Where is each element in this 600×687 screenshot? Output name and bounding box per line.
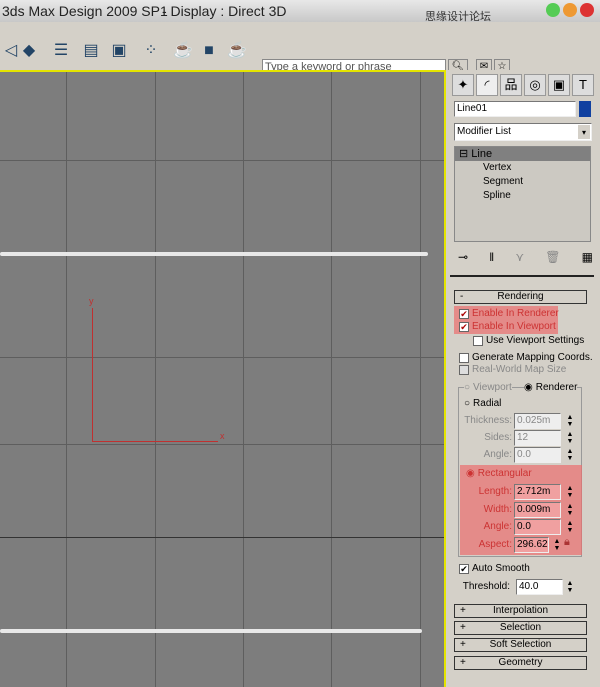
rect-angle-field[interactable]: 0.0 bbox=[514, 519, 561, 535]
app-title: 3ds Max Design 2009 SP1 bbox=[2, 3, 168, 19]
thickness-label: Thickness: bbox=[464, 415, 512, 426]
y-axis bbox=[92, 308, 93, 442]
enable-in-renderer-checkbox[interactable]: ✔ Enable In Renderer bbox=[459, 308, 559, 319]
angle-label: Angle: bbox=[483, 449, 512, 460]
utilities-tab-icon[interactable]: T bbox=[572, 74, 594, 96]
x-axis bbox=[92, 441, 218, 442]
thickness-field[interactable]: 0.025m bbox=[514, 413, 561, 429]
radial-radio[interactable]: ○ Radial bbox=[464, 398, 501, 409]
use-viewport-settings-checkbox[interactable]: Use Viewport Settings bbox=[473, 335, 584, 346]
aspect-label: Aspect: bbox=[478, 539, 512, 550]
sides-label: Sides: bbox=[484, 432, 512, 443]
real-world-map-checkbox[interactable]: Real-World Map Size bbox=[459, 364, 566, 375]
render-teapot-icon[interactable]: ☕ bbox=[226, 40, 248, 62]
sides-field[interactable]: 12 bbox=[514, 430, 561, 446]
configure-sets-icon[interactable]: ▦ bbox=[582, 250, 593, 264]
thickness-spinner[interactable]: ▲ ▼ bbox=[566, 414, 574, 428]
geometry-rollout[interactable]: + Geometry bbox=[454, 656, 587, 670]
threshold-spinner[interactable]: ▲ ▼ bbox=[566, 580, 574, 594]
object-name-field[interactable]: Line01 bbox=[454, 101, 576, 117]
show-end-result-icon[interactable]: ǁ bbox=[489, 250, 494, 264]
create-tab-icon[interactable]: ✦ bbox=[452, 74, 474, 96]
rectangular-radio[interactable]: ◉ Rectangular bbox=[466, 468, 532, 479]
make-unique-icon[interactable]: ⋎ bbox=[515, 250, 524, 264]
modifier-list-label: Modifier List bbox=[457, 126, 511, 137]
viewport[interactable]: y x bbox=[0, 70, 446, 687]
main-toolbar: ◁ ◆ ☰ ▤ ▣ ⁘ ☕ ■ ☕ Type a keyword or phra… bbox=[0, 22, 600, 75]
viewport-radio[interactable]: ○ Viewport bbox=[464, 382, 512, 393]
length-label: Length: bbox=[478, 486, 512, 497]
pin-stack-icon[interactable]: ⊸ bbox=[458, 250, 468, 264]
aspect-spinner[interactable]: ▲ ▼ bbox=[553, 538, 561, 552]
rect-angle-spinner[interactable]: ▲ ▼ bbox=[566, 520, 574, 534]
minimize-button[interactable] bbox=[546, 3, 560, 17]
motion-tab-icon[interactable]: ◎ bbox=[524, 74, 546, 96]
renderer-radio[interactable]: ◉ Renderer bbox=[524, 382, 578, 393]
stack-item-line[interactable]: ⊟ Line bbox=[455, 147, 590, 161]
width-field[interactable]: 0.009m bbox=[514, 502, 561, 518]
rendering-rollout-header[interactable]: - Rendering bbox=[454, 290, 587, 304]
stack-item-vertex[interactable]: Vertex bbox=[455, 161, 590, 175]
display-tab-icon[interactable]: ▣ bbox=[548, 74, 570, 96]
sides-spinner[interactable]: ▲ ▼ bbox=[566, 431, 574, 445]
auto-smooth-checkbox[interactable]: ✔ Auto Smooth bbox=[459, 563, 530, 574]
layer-manager-icon[interactable]: ☰ bbox=[50, 40, 72, 62]
rect-angle-label: Angle: bbox=[483, 521, 512, 532]
object-color-swatch[interactable] bbox=[579, 101, 591, 117]
stack-item-spline[interactable]: Spline bbox=[455, 189, 590, 203]
selection-rollout[interactable]: + Selection bbox=[454, 621, 587, 635]
y-axis-label: y bbox=[89, 296, 94, 306]
modifier-stack[interactable]: ⊟ Line Vertex Segment Spline bbox=[454, 146, 591, 242]
aspect-field[interactable]: 296.62 bbox=[514, 537, 549, 553]
lock-icon[interactable]: 🔒︎ bbox=[564, 536, 570, 549]
angle-spinner[interactable]: ▲ ▼ bbox=[566, 448, 574, 462]
angle-field[interactable]: 0.0 bbox=[514, 447, 561, 463]
line-object[interactable] bbox=[0, 252, 428, 256]
modifier-list-dropdown[interactable]: Modifier List ▾ bbox=[454, 123, 592, 141]
x-axis-label: x bbox=[220, 431, 225, 441]
remove-modifier-icon[interactable]: 🗑︎ bbox=[545, 250, 560, 264]
stack-item-segment[interactable]: Segment bbox=[455, 175, 590, 189]
schematic-view-icon[interactable]: ▣ bbox=[108, 40, 130, 62]
material-editor-icon[interactable]: ⁘ bbox=[140, 40, 162, 62]
command-panel: ✦ ◜ 品 ◎ ▣ T Line01 Modifier List ▾ ⊟ Line Vert… bbox=[446, 70, 600, 687]
maximize-button[interactable] bbox=[563, 3, 577, 17]
render-setup-icon[interactable]: ☕ bbox=[172, 40, 194, 62]
modify-tab-icon[interactable]: ◜ bbox=[476, 74, 498, 96]
length-spinner[interactable]: ▲ ▼ bbox=[566, 485, 574, 499]
line-object[interactable] bbox=[0, 629, 422, 633]
threshold-label: Threshold: bbox=[462, 581, 510, 592]
soft-selection-rollout[interactable]: + Soft Selection bbox=[454, 638, 587, 652]
curve-editor-icon[interactable]: ▤ bbox=[80, 40, 102, 62]
interpolation-rollout[interactable]: + Interpolation bbox=[454, 604, 587, 618]
threshold-field[interactable]: 40.0 bbox=[516, 579, 563, 595]
width-label: Width: bbox=[483, 504, 512, 515]
align-icon[interactable]: ◆ bbox=[18, 40, 40, 62]
generate-mapping-checkbox[interactable]: Generate Mapping Coords. bbox=[459, 352, 593, 363]
width-spinner[interactable]: ▲ ▼ bbox=[566, 503, 574, 517]
rendered-frame-icon[interactable]: ■ bbox=[198, 40, 220, 62]
close-button[interactable] bbox=[580, 3, 594, 17]
length-field[interactable]: 2.712m bbox=[514, 484, 561, 500]
hierarchy-tab-icon[interactable]: 品 bbox=[500, 74, 522, 96]
title-bar: 3ds Max Design 2009 SP1 - Display : Dire… bbox=[0, 0, 600, 45]
enable-in-viewport-checkbox[interactable]: ✔ Enable In Viewport bbox=[459, 321, 556, 332]
display-mode: - Display : Direct 3D bbox=[162, 3, 287, 19]
chevron-down-icon: ▾ bbox=[578, 125, 590, 139]
